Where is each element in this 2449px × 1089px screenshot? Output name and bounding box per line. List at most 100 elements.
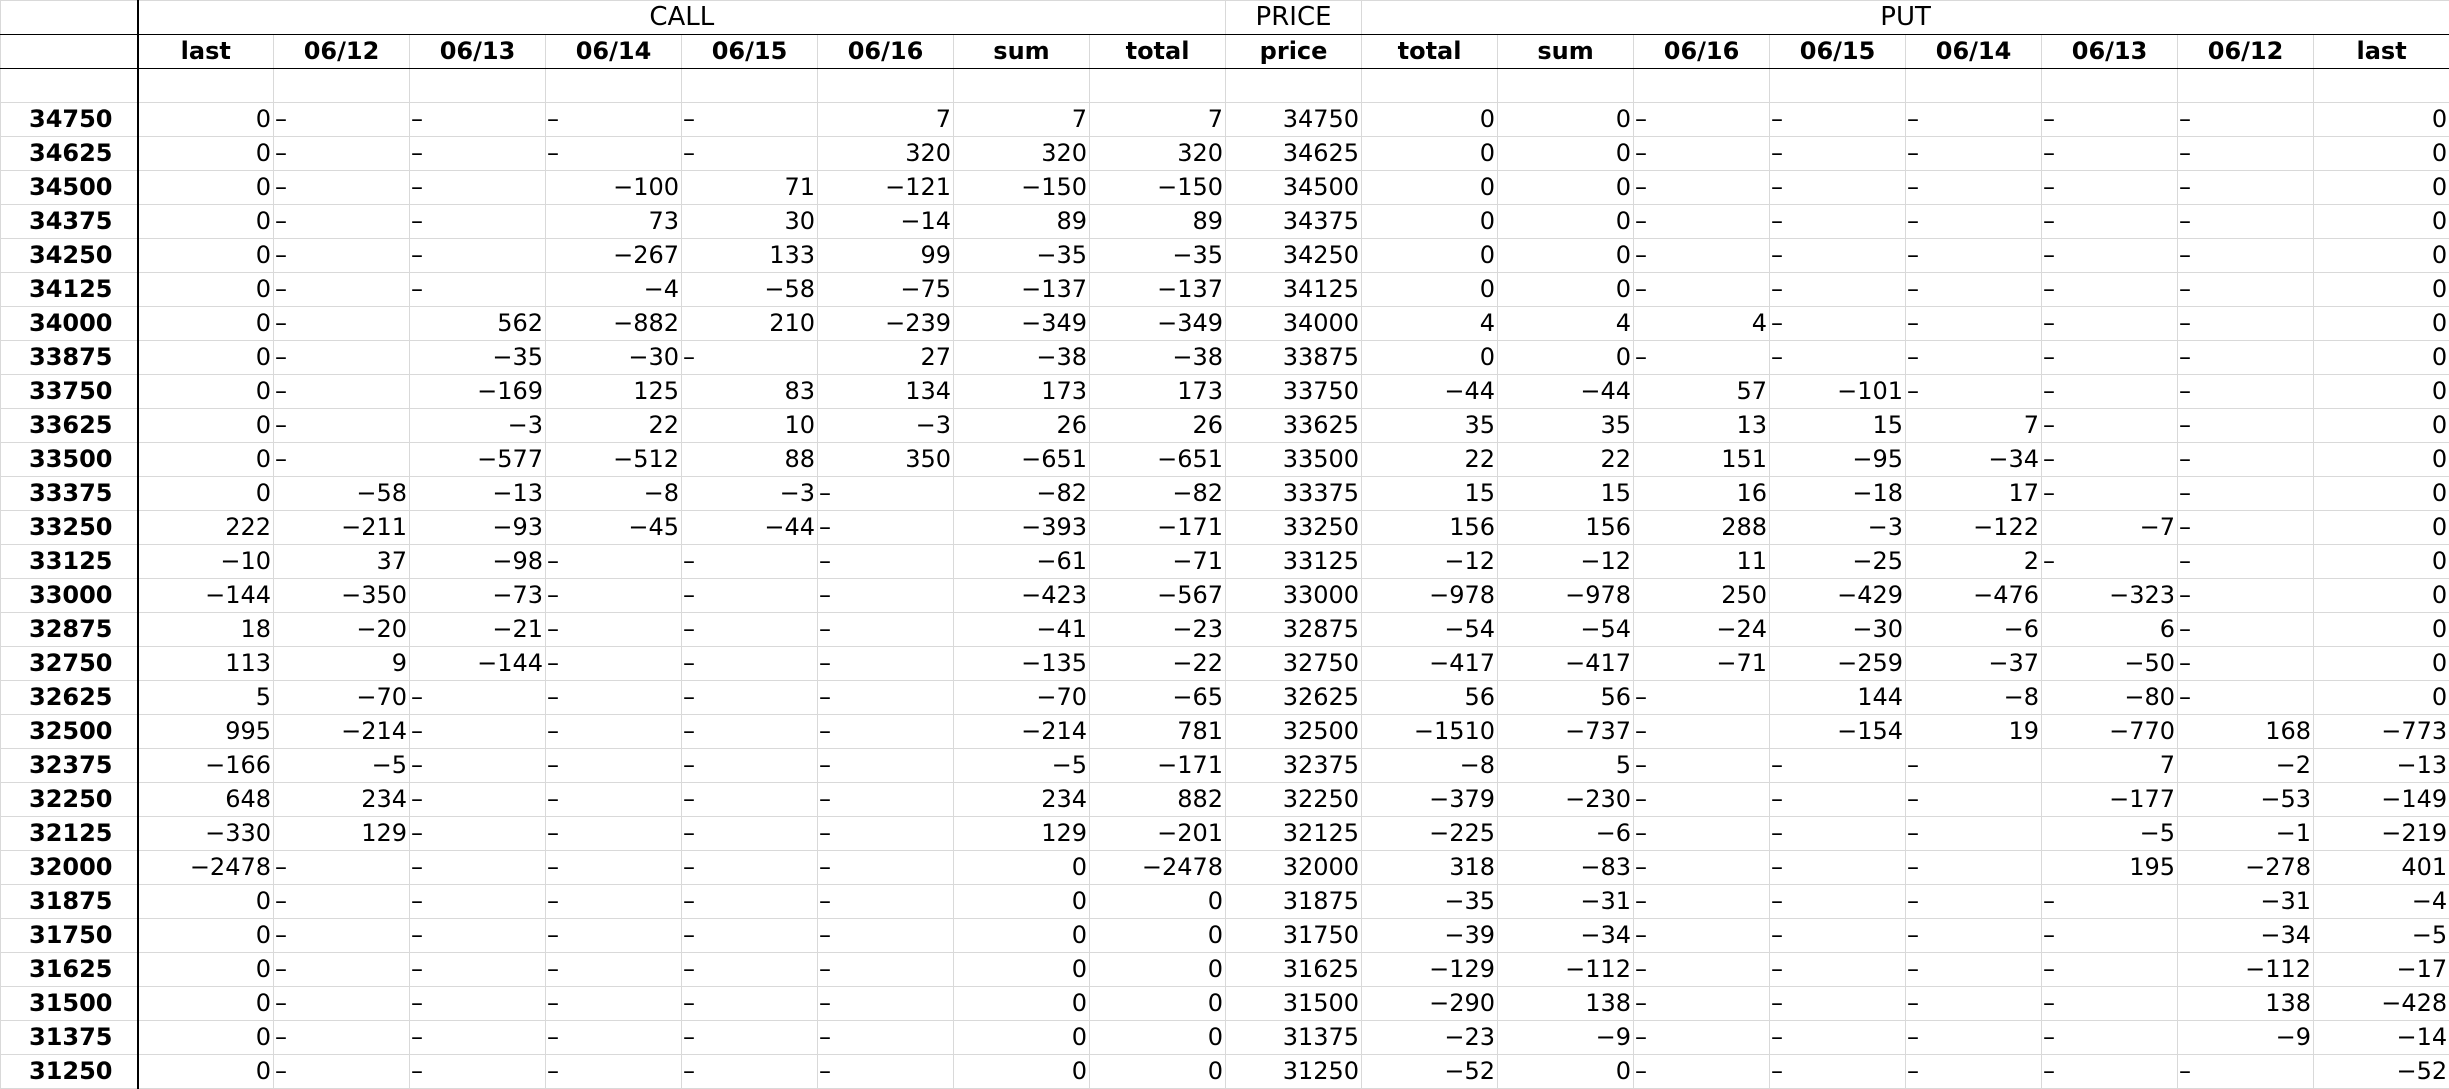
- grid-cell[interactable]: −567: [1088, 578, 1227, 613]
- grid-cell[interactable]: 31375: [1225, 1020, 1363, 1055]
- grid-cell[interactable]: 15: [1361, 476, 1499, 511]
- grid-cell[interactable]: −12: [1497, 544, 1635, 579]
- grid-cell[interactable]: −35: [1088, 238, 1227, 273]
- grid-cell[interactable]: –: [1769, 340, 1907, 375]
- grid-cell[interactable]: −770: [2041, 714, 2179, 749]
- grid-cell[interactable]: 0: [137, 204, 274, 239]
- grid-cell[interactable]: –: [1769, 238, 1907, 273]
- grid-cell[interactable]: −259: [1769, 646, 1907, 681]
- grid-cell[interactable]: 0: [137, 884, 274, 919]
- grid-cell[interactable]: −476: [1905, 578, 2043, 613]
- grid-cell[interactable]: 26: [953, 408, 1090, 443]
- grid-cell[interactable]: −30: [1769, 612, 1907, 647]
- grid-cell[interactable]: −577: [409, 442, 546, 477]
- grid-cell[interactable]: –: [817, 1020, 954, 1055]
- grid-cell[interactable]: –: [2177, 340, 2315, 375]
- grid-cell[interactable]: –: [409, 918, 546, 953]
- grid-cell[interactable]: −41: [953, 612, 1090, 647]
- grid-cell[interactable]: 0: [1497, 238, 1635, 273]
- grid-cell[interactable]: −330: [137, 816, 274, 851]
- grid-cell[interactable]: –: [2041, 170, 2179, 205]
- grid-cell[interactable]: –: [2041, 1020, 2179, 1055]
- grid-cell[interactable]: 0: [1088, 986, 1227, 1021]
- grid-cell[interactable]: 350: [817, 442, 954, 477]
- grid-cell[interactable]: 32875: [1225, 612, 1363, 647]
- column-header[interactable]: 06/14: [1905, 34, 2043, 69]
- grid-cell[interactable]: −54: [1497, 612, 1635, 647]
- grid-cell[interactable]: 83: [681, 374, 818, 409]
- grid-cell[interactable]: –: [1769, 136, 1907, 171]
- grid-cell[interactable]: 32750: [1225, 646, 1363, 681]
- grid-cell[interactable]: 31250: [1225, 1054, 1363, 1089]
- grid-cell[interactable]: –: [817, 884, 954, 919]
- grid-cell[interactable]: –: [545, 850, 682, 885]
- grid-cell[interactable]: –: [2041, 544, 2179, 579]
- grid-cell[interactable]: −2: [2177, 748, 2315, 783]
- grid-cell[interactable]: 32250: [1225, 782, 1363, 817]
- grid-cell[interactable]: 144: [1769, 680, 1907, 715]
- grid-cell[interactable]: –: [817, 476, 954, 511]
- grid-cell[interactable]: −31: [1497, 884, 1635, 919]
- row-header-strike[interactable]: 32750: [0, 646, 139, 681]
- call-group-header[interactable]: CALL: [136, 0, 1227, 35]
- grid-cell[interactable]: –: [2041, 918, 2179, 953]
- grid-cell[interactable]: [409, 68, 546, 103]
- row-header-cell[interactable]: [0, 68, 139, 103]
- put-group-header[interactable]: PUT: [1361, 0, 2449, 35]
- grid-cell[interactable]: –: [817, 544, 954, 579]
- grid-cell[interactable]: 222: [137, 510, 274, 545]
- grid-cell[interactable]: 0: [1361, 102, 1499, 137]
- grid-cell[interactable]: −171: [1088, 748, 1227, 783]
- grid-cell[interactable]: –: [817, 714, 954, 749]
- grid-cell[interactable]: −53: [2177, 782, 2315, 817]
- grid-cell[interactable]: –: [2177, 1054, 2315, 1089]
- grid-cell[interactable]: 0: [1361, 204, 1499, 239]
- grid-cell[interactable]: –: [273, 102, 410, 137]
- grid-cell[interactable]: –: [817, 1054, 954, 1089]
- grid-cell[interactable]: –: [545, 1020, 682, 1055]
- grid-cell[interactable]: −1: [2177, 816, 2315, 851]
- grid-cell[interactable]: –: [1769, 918, 1907, 953]
- grid-cell[interactable]: –: [409, 850, 546, 885]
- grid-cell[interactable]: –: [1633, 986, 1771, 1021]
- grid-cell[interactable]: –: [681, 578, 818, 613]
- grid-cell[interactable]: 138: [2177, 986, 2315, 1021]
- grid-cell[interactable]: −31: [2177, 884, 2315, 919]
- grid-cell[interactable]: –: [2041, 238, 2179, 273]
- grid-cell[interactable]: −393: [953, 510, 1090, 545]
- grid-cell[interactable]: 210: [681, 306, 818, 341]
- grid-cell[interactable]: –: [2041, 306, 2179, 341]
- grid-cell[interactable]: 401: [2313, 850, 2449, 885]
- grid-cell[interactable]: −25: [1769, 544, 1907, 579]
- grid-cell[interactable]: −44: [1497, 374, 1635, 409]
- grid-cell[interactable]: –: [2177, 374, 2315, 409]
- grid-cell[interactable]: −350: [273, 578, 410, 613]
- grid-cell[interactable]: 37: [273, 544, 410, 579]
- grid-cell[interactable]: [817, 68, 954, 103]
- grid-cell[interactable]: 0: [2313, 646, 2449, 681]
- grid-cell[interactable]: 22: [1361, 442, 1499, 477]
- grid-cell[interactable]: 781: [1088, 714, 1227, 749]
- grid-cell[interactable]: –: [1905, 1054, 2043, 1089]
- grid-cell[interactable]: 156: [1497, 510, 1635, 545]
- grid-cell[interactable]: 320: [817, 136, 954, 171]
- grid-cell[interactable]: −1510: [1361, 714, 1499, 749]
- grid-cell[interactable]: 0: [1088, 952, 1227, 987]
- grid-cell[interactable]: −10: [137, 544, 274, 579]
- grid-cell[interactable]: −93: [409, 510, 546, 545]
- grid-cell[interactable]: –: [2041, 884, 2179, 919]
- row-header-strike[interactable]: 34500: [0, 170, 139, 205]
- grid-cell[interactable]: –: [817, 952, 954, 987]
- grid-cell[interactable]: 138: [1497, 986, 1635, 1021]
- grid-cell[interactable]: –: [545, 136, 682, 171]
- row-header-strike[interactable]: 34375: [0, 204, 139, 239]
- grid-cell[interactable]: 34000: [1225, 306, 1363, 341]
- grid-cell[interactable]: −177: [2041, 782, 2179, 817]
- grid-cell[interactable]: 0: [137, 306, 274, 341]
- grid-cell[interactable]: 31500: [1225, 986, 1363, 1021]
- grid-cell[interactable]: −83: [1497, 850, 1635, 885]
- row-header-strike[interactable]: 34000: [0, 306, 139, 341]
- grid-cell[interactable]: –: [409, 238, 546, 273]
- grid-cell[interactable]: −35: [1361, 884, 1499, 919]
- grid-cell[interactable]: −44: [681, 510, 818, 545]
